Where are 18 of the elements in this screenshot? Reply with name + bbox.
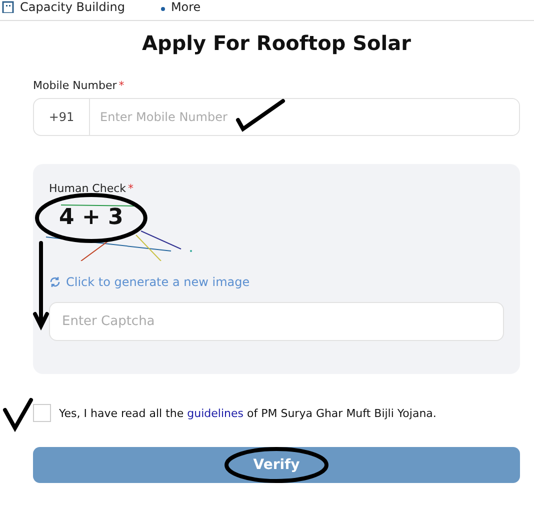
captcha-text: 4 + 3 — [59, 207, 124, 229]
required-mark: * — [118, 79, 124, 92]
dot-icon — [160, 7, 165, 11]
refresh-icon — [49, 276, 61, 288]
checkmark-annotation — [3, 398, 33, 432]
checkmark-annotation — [236, 99, 285, 132]
agreement-text: Yes, I have read all the guidelines of PM Surya Ghar Muft Bijli Yojana. — [59, 406, 436, 420]
required-mark: * — [128, 182, 134, 195]
field-label: Human Check — [49, 182, 126, 195]
captcha-field[interactable]: Enter Captcha — [49, 302, 504, 341]
nav-link[interactable]: Capacity Building — [20, 0, 125, 14]
field-label: Mobile Number — [33, 79, 117, 92]
guidelines-link[interactable]: guidelines — [187, 406, 244, 420]
building-icon — [2, 1, 14, 13]
page-title: Apply For Rooftop Solar — [141, 31, 412, 55]
mobile-number-field[interactable]: +91 Enter Mobile Number — [33, 98, 520, 136]
nav-link[interactable]: More — [170, 0, 201, 14]
agreement-checkbox[interactable] — [33, 404, 51, 422]
